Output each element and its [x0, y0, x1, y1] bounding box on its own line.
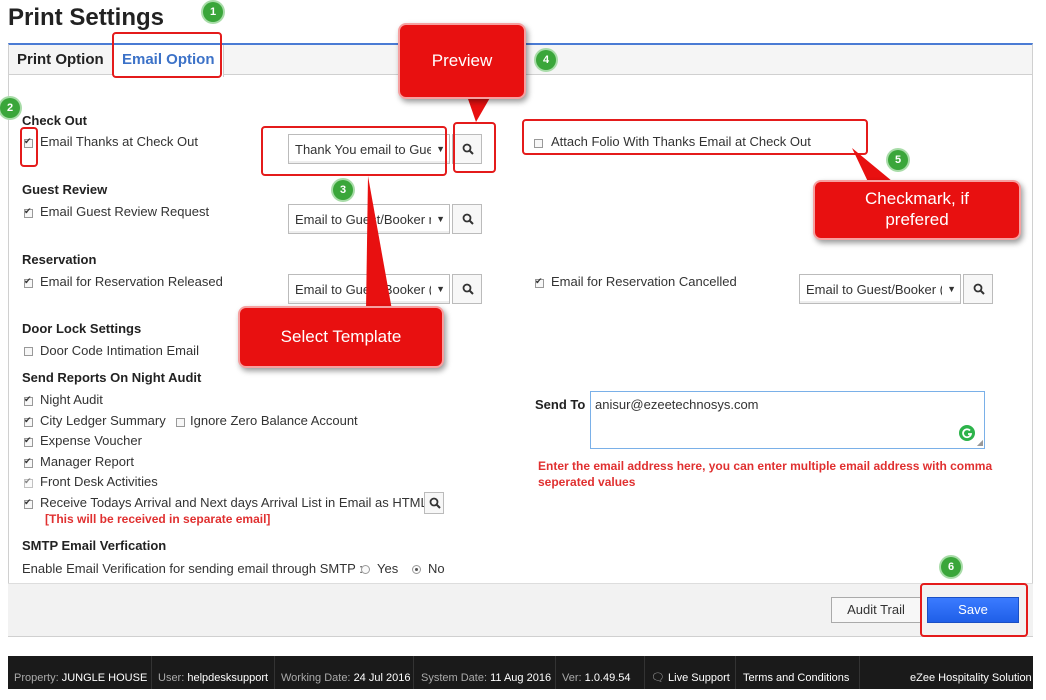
callout-checkmark-line2: prefered	[885, 210, 949, 229]
callout-select-template: Select Template	[238, 306, 444, 368]
callout-preview: Preview	[398, 23, 526, 99]
preview-pointer	[467, 96, 491, 122]
callout-checkmark-line1: Checkmark, if	[865, 189, 969, 208]
template-pointer	[366, 176, 392, 310]
callout-checkmark: Checkmark, if prefered	[813, 180, 1021, 240]
callout-pointers	[366, 96, 898, 310]
